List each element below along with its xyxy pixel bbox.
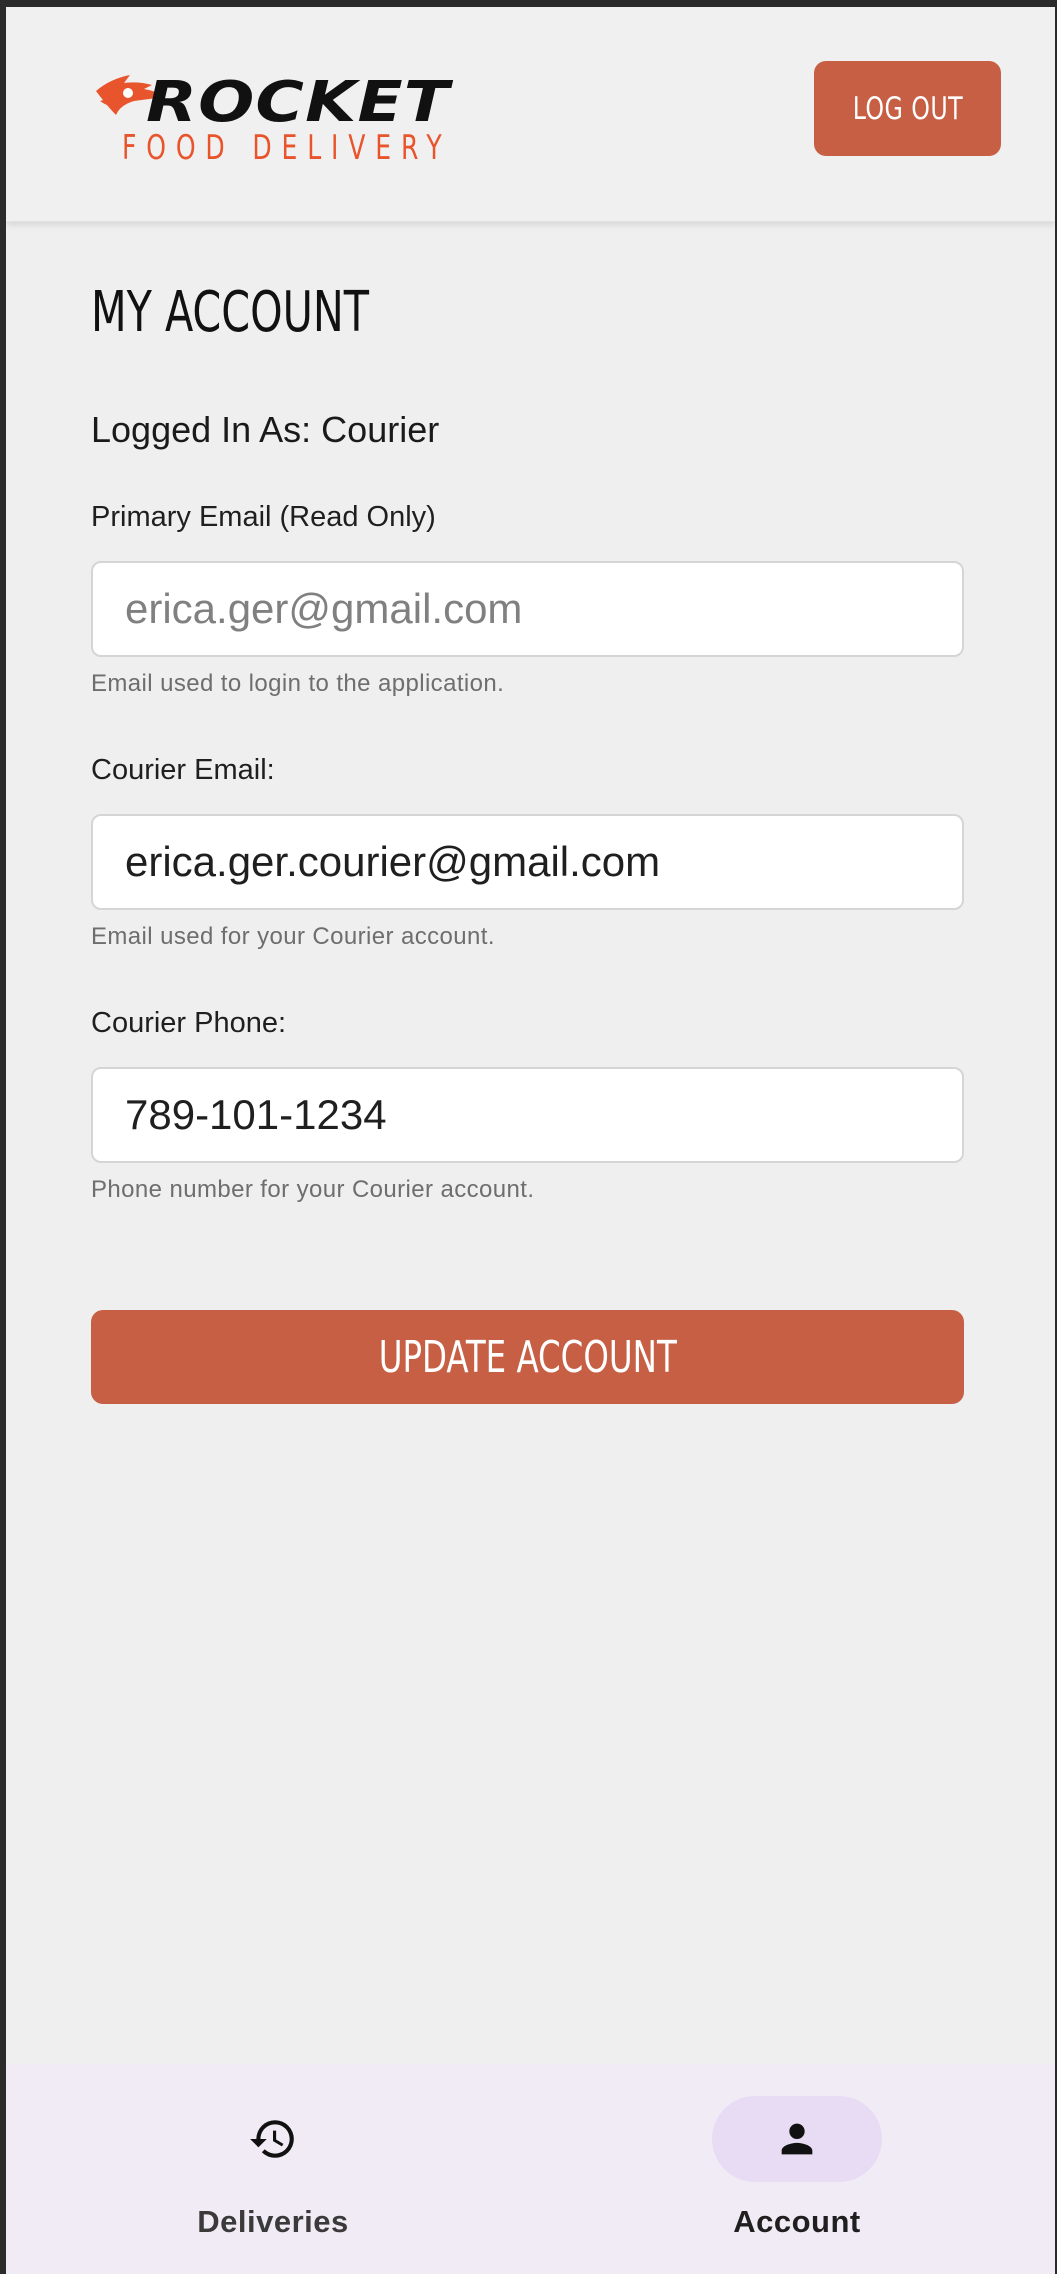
update-account-button-label: UPDATE ACCOUNT xyxy=(378,1331,677,1383)
nav-label-account: Account xyxy=(733,2204,861,2239)
primary-email-field[interactable] xyxy=(91,561,964,657)
history-icon xyxy=(250,2120,294,2158)
primary-email-hint: Email used to login to the application. xyxy=(91,670,505,697)
logo-subtitle: FOOD DELIVERY xyxy=(122,128,452,168)
logout-button-label: LOG OUT xyxy=(852,90,963,127)
nav-icon-container-active xyxy=(712,2096,882,2182)
logout-button[interactable]: LOG OUT xyxy=(814,61,1001,156)
app-screen: ROCKET FOOD DELIVERY LOG OUT MY ACCOUNT … xyxy=(6,7,1055,2274)
courier-email-field[interactable] xyxy=(91,814,964,910)
logged-in-as-text: Logged In As: Courier xyxy=(91,409,440,450)
page-title: MY ACCOUNT xyxy=(91,280,370,345)
nav-item-account[interactable]: Account xyxy=(647,2064,947,2274)
primary-email-label: Primary Email (Read Only) xyxy=(91,501,436,533)
person-icon xyxy=(781,2123,813,2155)
courier-phone-hint: Phone number for your Courier account. xyxy=(91,1176,535,1203)
app-header: ROCKET FOOD DELIVERY LOG OUT xyxy=(6,7,1055,222)
nav-icon-container xyxy=(188,2096,358,2182)
nav-label-deliveries: Deliveries xyxy=(197,2204,349,2239)
update-account-button[interactable]: UPDATE ACCOUNT xyxy=(91,1310,964,1404)
nav-item-deliveries[interactable]: Deliveries xyxy=(123,2064,423,2274)
courier-email-hint: Email used for your Courier account. xyxy=(91,923,495,950)
courier-phone-field[interactable] xyxy=(91,1067,964,1163)
bottom-navigation: Deliveries Account xyxy=(6,2064,1055,2274)
rocket-logo: ROCKET FOOD DELIVERY xyxy=(90,65,470,173)
courier-email-label: Courier Email: xyxy=(91,754,275,786)
logo-wordmark: ROCKET xyxy=(146,70,451,135)
courier-phone-label: Courier Phone: xyxy=(91,1007,287,1039)
